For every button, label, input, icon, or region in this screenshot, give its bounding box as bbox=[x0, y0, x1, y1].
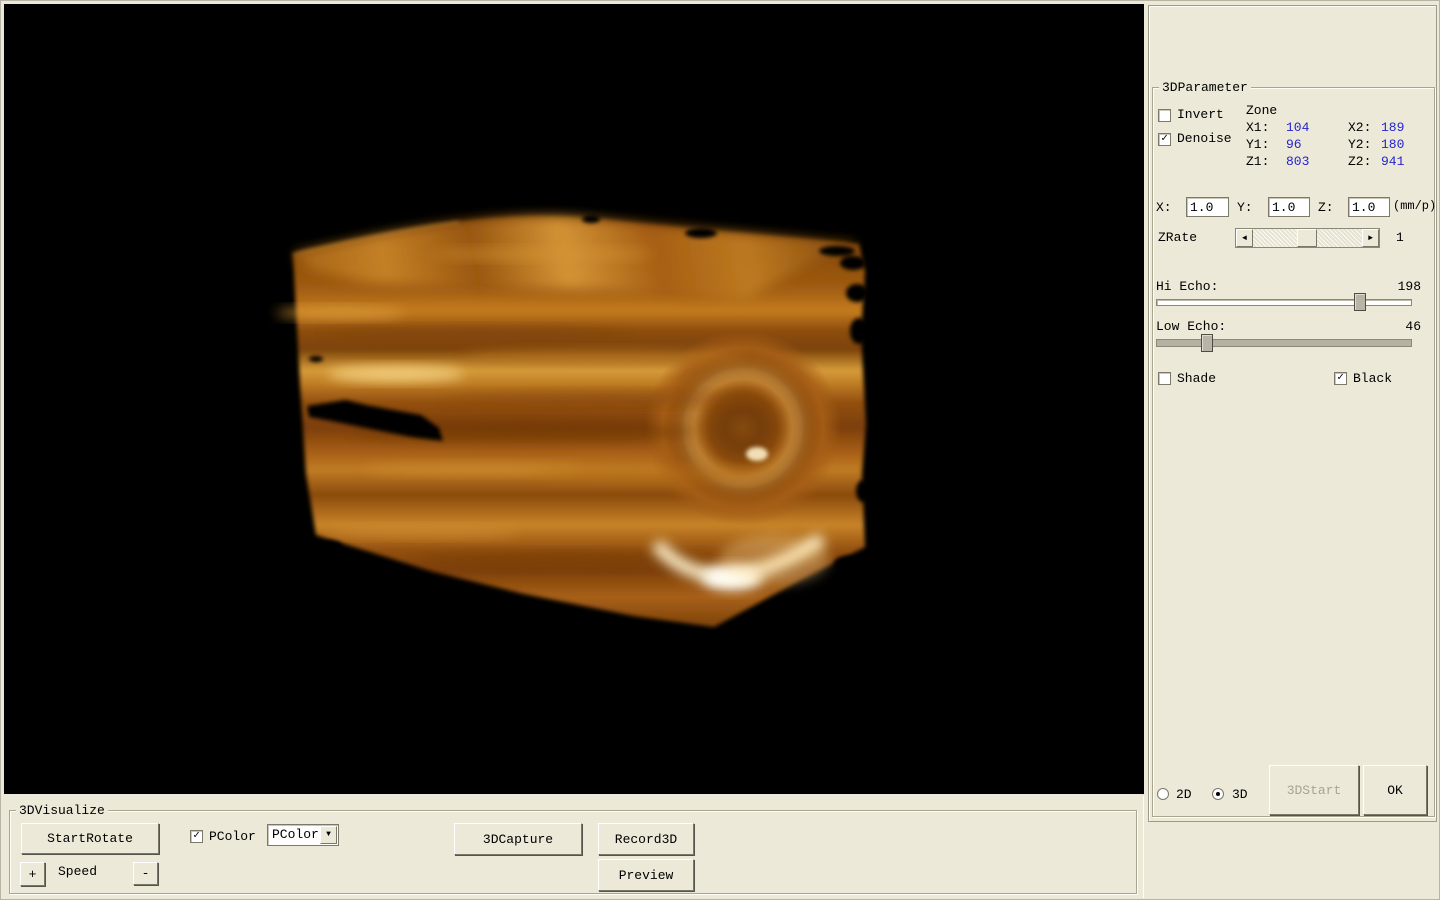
zrate-scrollbar[interactable]: ◄ ► bbox=[1235, 228, 1380, 248]
black-label: Black bbox=[1353, 371, 1392, 386]
start-rotate-button[interactable]: StartRotate bbox=[21, 823, 159, 854]
speed-plus-button[interactable]: + bbox=[20, 862, 45, 886]
low-echo-label: Low Echo: bbox=[1156, 319, 1226, 334]
zone-x1-label: X1: bbox=[1246, 120, 1269, 135]
z-scale-label: Z: bbox=[1318, 200, 1334, 215]
app-window: 3DParameter Invert ✓ Denoise Zone X1: 10… bbox=[0, 0, 1440, 900]
pcolor-checkbox[interactable]: ✓ bbox=[190, 830, 203, 843]
scroll-right-icon: ► bbox=[1368, 234, 1373, 243]
speed-label: Speed bbox=[58, 864, 97, 879]
record3d-button[interactable]: Record3D bbox=[598, 823, 694, 855]
zone-x1-value: 104 bbox=[1286, 120, 1309, 135]
zone-z2-value: 941 bbox=[1381, 154, 1404, 169]
mode-2d-label: 2D bbox=[1176, 787, 1192, 802]
denoise-label: Denoise bbox=[1177, 131, 1232, 146]
low-echo-slider-thumb[interactable] bbox=[1201, 334, 1213, 352]
zone-z1-value: 803 bbox=[1286, 154, 1309, 169]
z-scale-input[interactable] bbox=[1348, 197, 1390, 217]
mode-3d-radio[interactable] bbox=[1212, 788, 1224, 800]
hi-echo-slider-thumb[interactable] bbox=[1354, 293, 1366, 311]
denoise-checkbox[interactable]: ✓ bbox=[1158, 133, 1171, 146]
preview-button[interactable]: Preview bbox=[598, 859, 694, 891]
zone-y2-value: 180 bbox=[1381, 137, 1404, 152]
invert-label: Invert bbox=[1177, 107, 1224, 122]
pcolor-dropdown-value: PColor bbox=[272, 827, 319, 842]
check-icon: ✓ bbox=[1161, 133, 1168, 145]
mode-2d-radio[interactable] bbox=[1157, 788, 1169, 800]
radio-dot bbox=[1216, 792, 1220, 796]
hi-echo-value: 198 bbox=[1381, 279, 1421, 294]
hi-echo-label: Hi Echo: bbox=[1156, 279, 1218, 294]
check-icon: ✓ bbox=[193, 830, 200, 842]
speed-minus-button[interactable]: - bbox=[133, 862, 158, 885]
zrate-scroll-left-button[interactable]: ◄ bbox=[1236, 229, 1253, 247]
zrate-label: ZRate bbox=[1158, 230, 1197, 245]
mode-3d-label: 3D bbox=[1232, 787, 1248, 802]
zrate-scroll-right-button[interactable]: ► bbox=[1362, 229, 1379, 247]
chevron-down-icon[interactable]: ▼ bbox=[320, 826, 337, 844]
zone-x2-value: 189 bbox=[1381, 120, 1404, 135]
black-checkbox[interactable]: ✓ bbox=[1334, 372, 1347, 385]
check-icon: ✓ bbox=[1337, 372, 1344, 384]
zone-y2-label: Y2: bbox=[1348, 137, 1371, 152]
low-echo-value: 46 bbox=[1381, 319, 1421, 334]
invert-checkbox[interactable] bbox=[1158, 109, 1171, 122]
scale-unit-label: (mm/p) bbox=[1393, 199, 1436, 213]
start3d-button[interactable]: 3DStart bbox=[1269, 765, 1359, 815]
zrate-scroll-thumb[interactable] bbox=[1297, 229, 1317, 247]
x-scale-input[interactable] bbox=[1186, 197, 1229, 217]
x-scale-label: X: bbox=[1156, 200, 1172, 215]
capture-button[interactable]: 3DCapture bbox=[454, 823, 582, 855]
zone-z1-label: Z1: bbox=[1246, 154, 1269, 169]
zrate-value: 1 bbox=[1396, 230, 1404, 245]
zone-y1-label: Y1: bbox=[1246, 137, 1269, 152]
low-echo-slider-track[interactable] bbox=[1156, 339, 1412, 347]
scroll-left-icon: ◄ bbox=[1242, 234, 1247, 243]
shade-checkbox[interactable] bbox=[1158, 372, 1171, 385]
volume-3d-render bbox=[4, 4, 1144, 794]
3d-viewport[interactable] bbox=[4, 4, 1144, 794]
hi-echo-slider-track[interactable] bbox=[1156, 299, 1412, 306]
visualize-groupbox-title: 3DVisualize bbox=[16, 803, 108, 818]
zone-x2-label: X2: bbox=[1348, 120, 1371, 135]
zone-z2-label: Z2: bbox=[1348, 154, 1371, 169]
zone-title: Zone bbox=[1246, 103, 1277, 118]
parameter-groupbox-title: 3DParameter bbox=[1159, 80, 1251, 95]
pcolor-dropdown[interactable]: PColor ▼ bbox=[267, 824, 339, 846]
y-scale-input[interactable] bbox=[1268, 197, 1310, 217]
zone-y1-value: 96 bbox=[1286, 137, 1302, 152]
y-scale-label: Y: bbox=[1237, 200, 1253, 215]
ok-button[interactable]: OK bbox=[1363, 765, 1427, 815]
shade-label: Shade bbox=[1177, 371, 1216, 386]
pcolor-label: PColor bbox=[209, 829, 256, 844]
